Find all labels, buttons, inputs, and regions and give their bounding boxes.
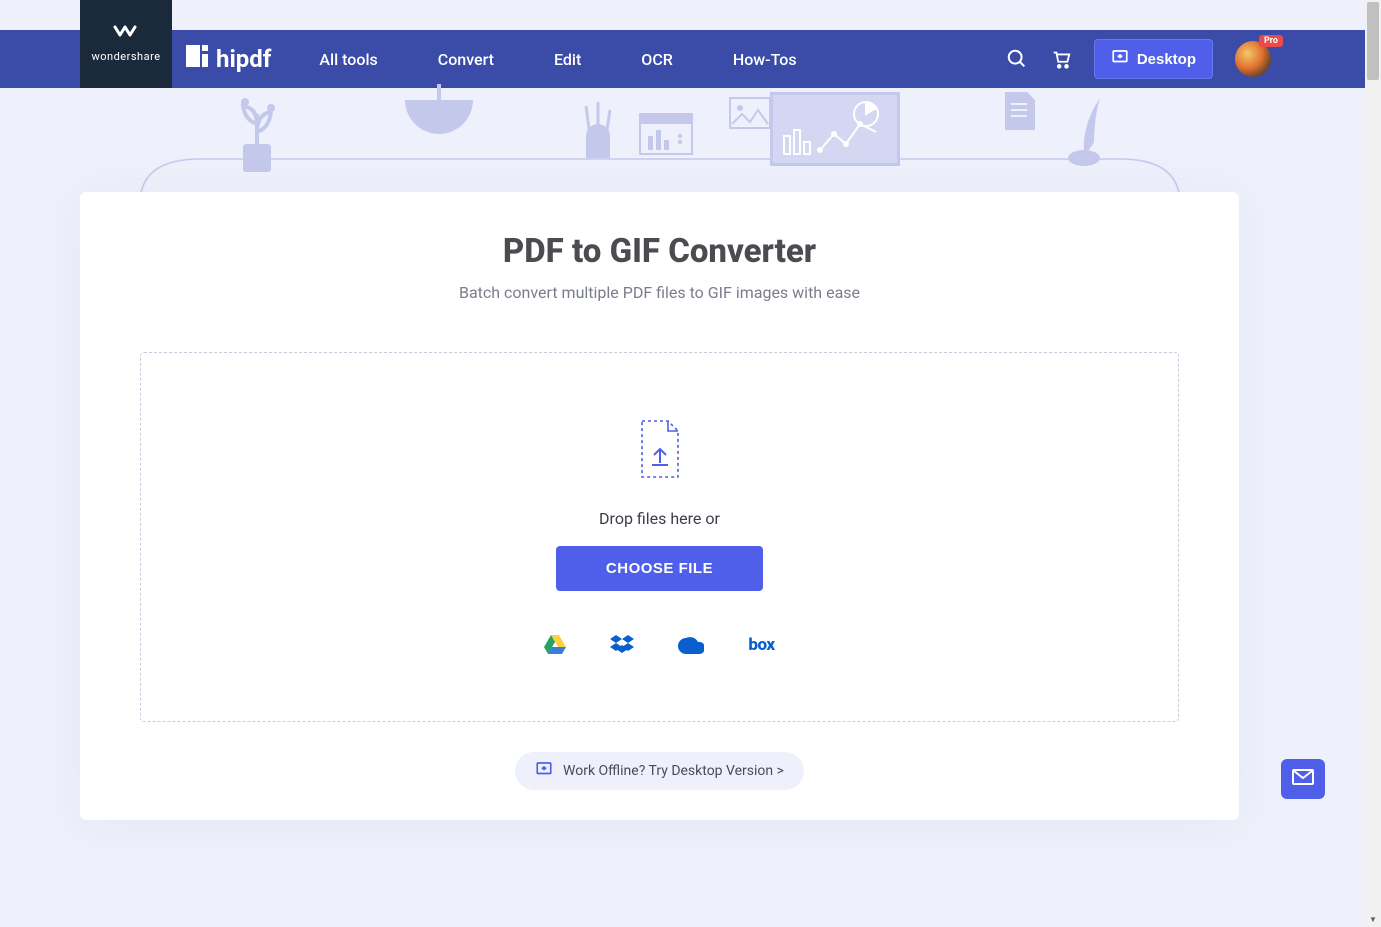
- download-icon: [1111, 48, 1129, 70]
- scrollbar-thumb[interactable]: [1367, 2, 1379, 80]
- cloud-source-row: box: [544, 635, 774, 655]
- nav-edit[interactable]: Edit: [554, 50, 581, 69]
- nav-ocr[interactable]: OCR: [641, 50, 673, 69]
- user-avatar[interactable]: Pro: [1235, 41, 1271, 77]
- choose-file-button[interactable]: CHOOSE FILE: [556, 546, 763, 591]
- page-subtitle: Batch convert multiple PDF files to GIF …: [140, 283, 1179, 302]
- onedrive-icon[interactable]: [678, 636, 704, 654]
- wondershare-brand-block[interactable]: wondershare: [80, 0, 172, 88]
- upload-file-icon: [636, 419, 684, 483]
- primary-nav: All tools Convert Edit OCR How-Tos: [319, 50, 796, 69]
- hipdf-logo-icon: [186, 45, 208, 73]
- search-icon[interactable]: [1006, 48, 1028, 70]
- page-title: PDF to GIF Converter: [140, 232, 1179, 271]
- nav-howtos[interactable]: How-Tos: [733, 50, 797, 69]
- offline-text: Work Offline? Try Desktop Version >: [563, 763, 784, 779]
- scrollbar-track[interactable]: ▲ ▼: [1365, 0, 1381, 927]
- email-float-button[interactable]: [1281, 759, 1325, 799]
- box-icon[interactable]: box: [748, 635, 774, 655]
- nav-all-tools[interactable]: All tools: [319, 50, 377, 69]
- top-gap: [0, 0, 1381, 30]
- google-drive-icon[interactable]: [544, 635, 566, 655]
- nav-convert[interactable]: Convert: [438, 50, 494, 69]
- converter-card: PDF to GIF Converter Batch convert multi…: [80, 192, 1239, 820]
- header-right: Desktop Pro: [1006, 39, 1381, 79]
- main-header: hipdf All tools Convert Edit OCR How-Tos…: [0, 30, 1381, 88]
- offline-desktop-pill[interactable]: Work Offline? Try Desktop Version >: [515, 752, 804, 790]
- hipdf-logo-text: hipdf: [216, 45, 271, 73]
- cart-icon[interactable]: [1050, 48, 1072, 70]
- dropbox-icon[interactable]: [610, 635, 634, 655]
- wondershare-label: wondershare: [91, 50, 160, 63]
- scroll-down-arrow-icon[interactable]: ▼: [1365, 911, 1381, 927]
- hipdf-logo[interactable]: hipdf: [186, 45, 271, 73]
- file-dropzone[interactable]: Drop files here or CHOOSE FILE box: [140, 352, 1179, 722]
- pro-badge: Pro: [1259, 35, 1283, 47]
- email-icon: [1292, 769, 1314, 789]
- desktop-button-label: Desktop: [1137, 51, 1196, 68]
- desktop-button[interactable]: Desktop: [1094, 39, 1213, 79]
- drop-text: Drop files here or: [599, 509, 720, 528]
- wondershare-logo-icon: [113, 25, 139, 44]
- download-icon: [535, 760, 553, 782]
